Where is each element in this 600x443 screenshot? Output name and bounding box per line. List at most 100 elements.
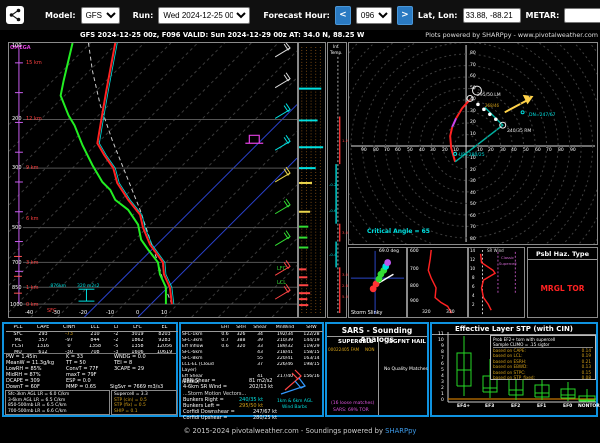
model-select[interactable]: GFS bbox=[80, 6, 120, 24]
label: 800 bbox=[410, 284, 419, 289]
label: 3 km bbox=[26, 260, 39, 266]
label: 90 bbox=[361, 148, 367, 153]
shape bbox=[274, 72, 291, 89]
label: 330 bbox=[446, 310, 455, 315]
label: 20 bbox=[488, 148, 494, 153]
label: 2 bbox=[441, 386, 444, 391]
label: (16 loose matches) bbox=[331, 401, 375, 406]
title-bar: GFS 2024-12-25 00z, F096 VALID: Sun 2024… bbox=[0, 31, 600, 41]
label: 850-500mb LR = 6.5 C/km bbox=[8, 403, 67, 408]
label: STP (fix) = 0.5 bbox=[114, 403, 146, 408]
lapse-rate-box: Sfc-3km AGL LR = 6.0 C/km 3-6km AGL LR = … bbox=[5, 390, 110, 415]
label: SUPERCELL bbox=[338, 339, 374, 345]
thetae-plot bbox=[427, 249, 453, 314]
label: 10 bbox=[470, 132, 476, 137]
table-cell: EL bbox=[161, 325, 168, 330]
label: 280/25 kt bbox=[253, 415, 278, 421]
label: 40 bbox=[470, 97, 476, 102]
shape bbox=[274, 43, 291, 58]
shape bbox=[110, 131, 297, 317]
storm-slinky-panel: 69.0 deg Storm Slinky bbox=[348, 247, 407, 318]
run-label: Run: bbox=[132, 10, 154, 20]
latlon-input[interactable] bbox=[462, 7, 521, 23]
label: DownT = 60F bbox=[6, 384, 40, 390]
label: SR Wind bbox=[487, 248, 504, 253]
shape bbox=[9, 43, 172, 206]
shape bbox=[164, 184, 297, 317]
label: 10 bbox=[438, 338, 444, 343]
shape bbox=[59, 43, 167, 305]
sounding-app: Model: GFS Run: Wed 2024-12-25 00z Forec… bbox=[0, 0, 600, 443]
label: -0.6 bbox=[329, 208, 337, 213]
label: Wind Barbs bbox=[282, 405, 308, 410]
latlon-label: Lat, Lon: bbox=[417, 10, 458, 20]
table-row: based on STP_fixed: 0.08 bbox=[493, 375, 593, 380]
shape bbox=[96, 43, 173, 305]
marker bbox=[384, 259, 392, 266]
divider bbox=[327, 336, 427, 337]
label: 80 bbox=[470, 51, 476, 56]
label: 268/46 bbox=[485, 103, 500, 108]
wind-profile-panel bbox=[298, 42, 326, 318]
label: MMP = 0.65 bbox=[66, 384, 97, 390]
label: 6 km bbox=[26, 216, 39, 222]
label: 20 bbox=[470, 168, 476, 173]
forecast-hour-label: Forecast Hour: bbox=[263, 10, 330, 20]
forecast-hour-select[interactable]: 096 bbox=[355, 6, 392, 24]
label: 70 bbox=[384, 148, 390, 153]
label: 70 bbox=[546, 148, 552, 153]
table-cell: CAPE bbox=[36, 325, 50, 330]
label: 80 bbox=[558, 148, 564, 153]
label: 1 bbox=[441, 392, 444, 397]
label: 50 bbox=[407, 148, 413, 153]
label: 60 bbox=[535, 148, 541, 153]
label: 1km & 6km AGL bbox=[277, 399, 313, 404]
label: Supercell = 3.3 bbox=[114, 392, 148, 397]
toolbar: Model: GFS Run: Wed 2024-12-25 00z Forec… bbox=[0, 0, 600, 30]
footer: © 2015-2024 pivotalweather.com - Soundin… bbox=[0, 427, 600, 435]
sharppy-link[interactable]: SHARPpy bbox=[385, 427, 416, 435]
share-button[interactable] bbox=[6, 6, 24, 24]
label: 20 bbox=[442, 148, 448, 153]
label: Sfc-3km AGL LR = 6.0 C/km bbox=[8, 392, 70, 397]
composite-indices-box: Supercell = 3.3 STP (cin) = 0.5 STP (fix) … bbox=[111, 390, 177, 415]
label: SHIP = 0.1 bbox=[114, 408, 138, 414]
forecast-hour-next-button[interactable]: > bbox=[396, 5, 413, 25]
table-row: PCL CAPE CINH LCL LI LFC EL bbox=[6, 325, 178, 332]
label: 1 km bbox=[26, 285, 39, 291]
marker bbox=[494, 117, 498, 122]
label: 60 bbox=[470, 214, 476, 219]
label: SGFNT HAIL bbox=[389, 339, 426, 345]
shape bbox=[30, 50, 297, 317]
forecast-hour-prev-button[interactable]: < bbox=[334, 5, 351, 25]
run-select[interactable]: Wed 2024-12-25 00z bbox=[158, 6, 251, 24]
label: 00022405 FAM bbox=[328, 347, 360, 352]
label: Inf. bbox=[333, 44, 340, 49]
label: Corfidi Upshear = bbox=[183, 415, 228, 421]
label: 0 bbox=[136, 310, 140, 316]
metar-input[interactable] bbox=[564, 7, 600, 23]
share-icon bbox=[6, 6, 24, 24]
label: 30 bbox=[470, 179, 476, 184]
label: 8 bbox=[441, 350, 444, 355]
sr-wind-panel: 14 12 10 8 6 4 2 SR Wind Classic Supercell bbox=[468, 247, 525, 318]
label: 100 bbox=[12, 43, 22, 49]
label: 40 bbox=[419, 148, 425, 153]
label: -20 bbox=[79, 310, 88, 316]
label: Temp. bbox=[330, 50, 343, 55]
label: 700 bbox=[410, 267, 419, 272]
label: -40 bbox=[25, 310, 34, 316]
label: 8 bbox=[472, 275, 475, 280]
storm-slinky-plot bbox=[350, 250, 405, 315]
label: Classic bbox=[501, 255, 515, 260]
label: 6 bbox=[472, 284, 475, 289]
table-cell: LCL bbox=[90, 325, 100, 330]
label: 80 bbox=[373, 148, 379, 153]
label: Storm Slinky bbox=[351, 310, 383, 316]
table-cell: based on STP_fixed: bbox=[493, 375, 535, 381]
label: 500 bbox=[12, 225, 22, 231]
shape bbox=[9, 43, 252, 286]
shape bbox=[284, 369, 302, 391]
label: -0.4 bbox=[329, 252, 337, 257]
table-cell: LI bbox=[113, 325, 119, 330]
